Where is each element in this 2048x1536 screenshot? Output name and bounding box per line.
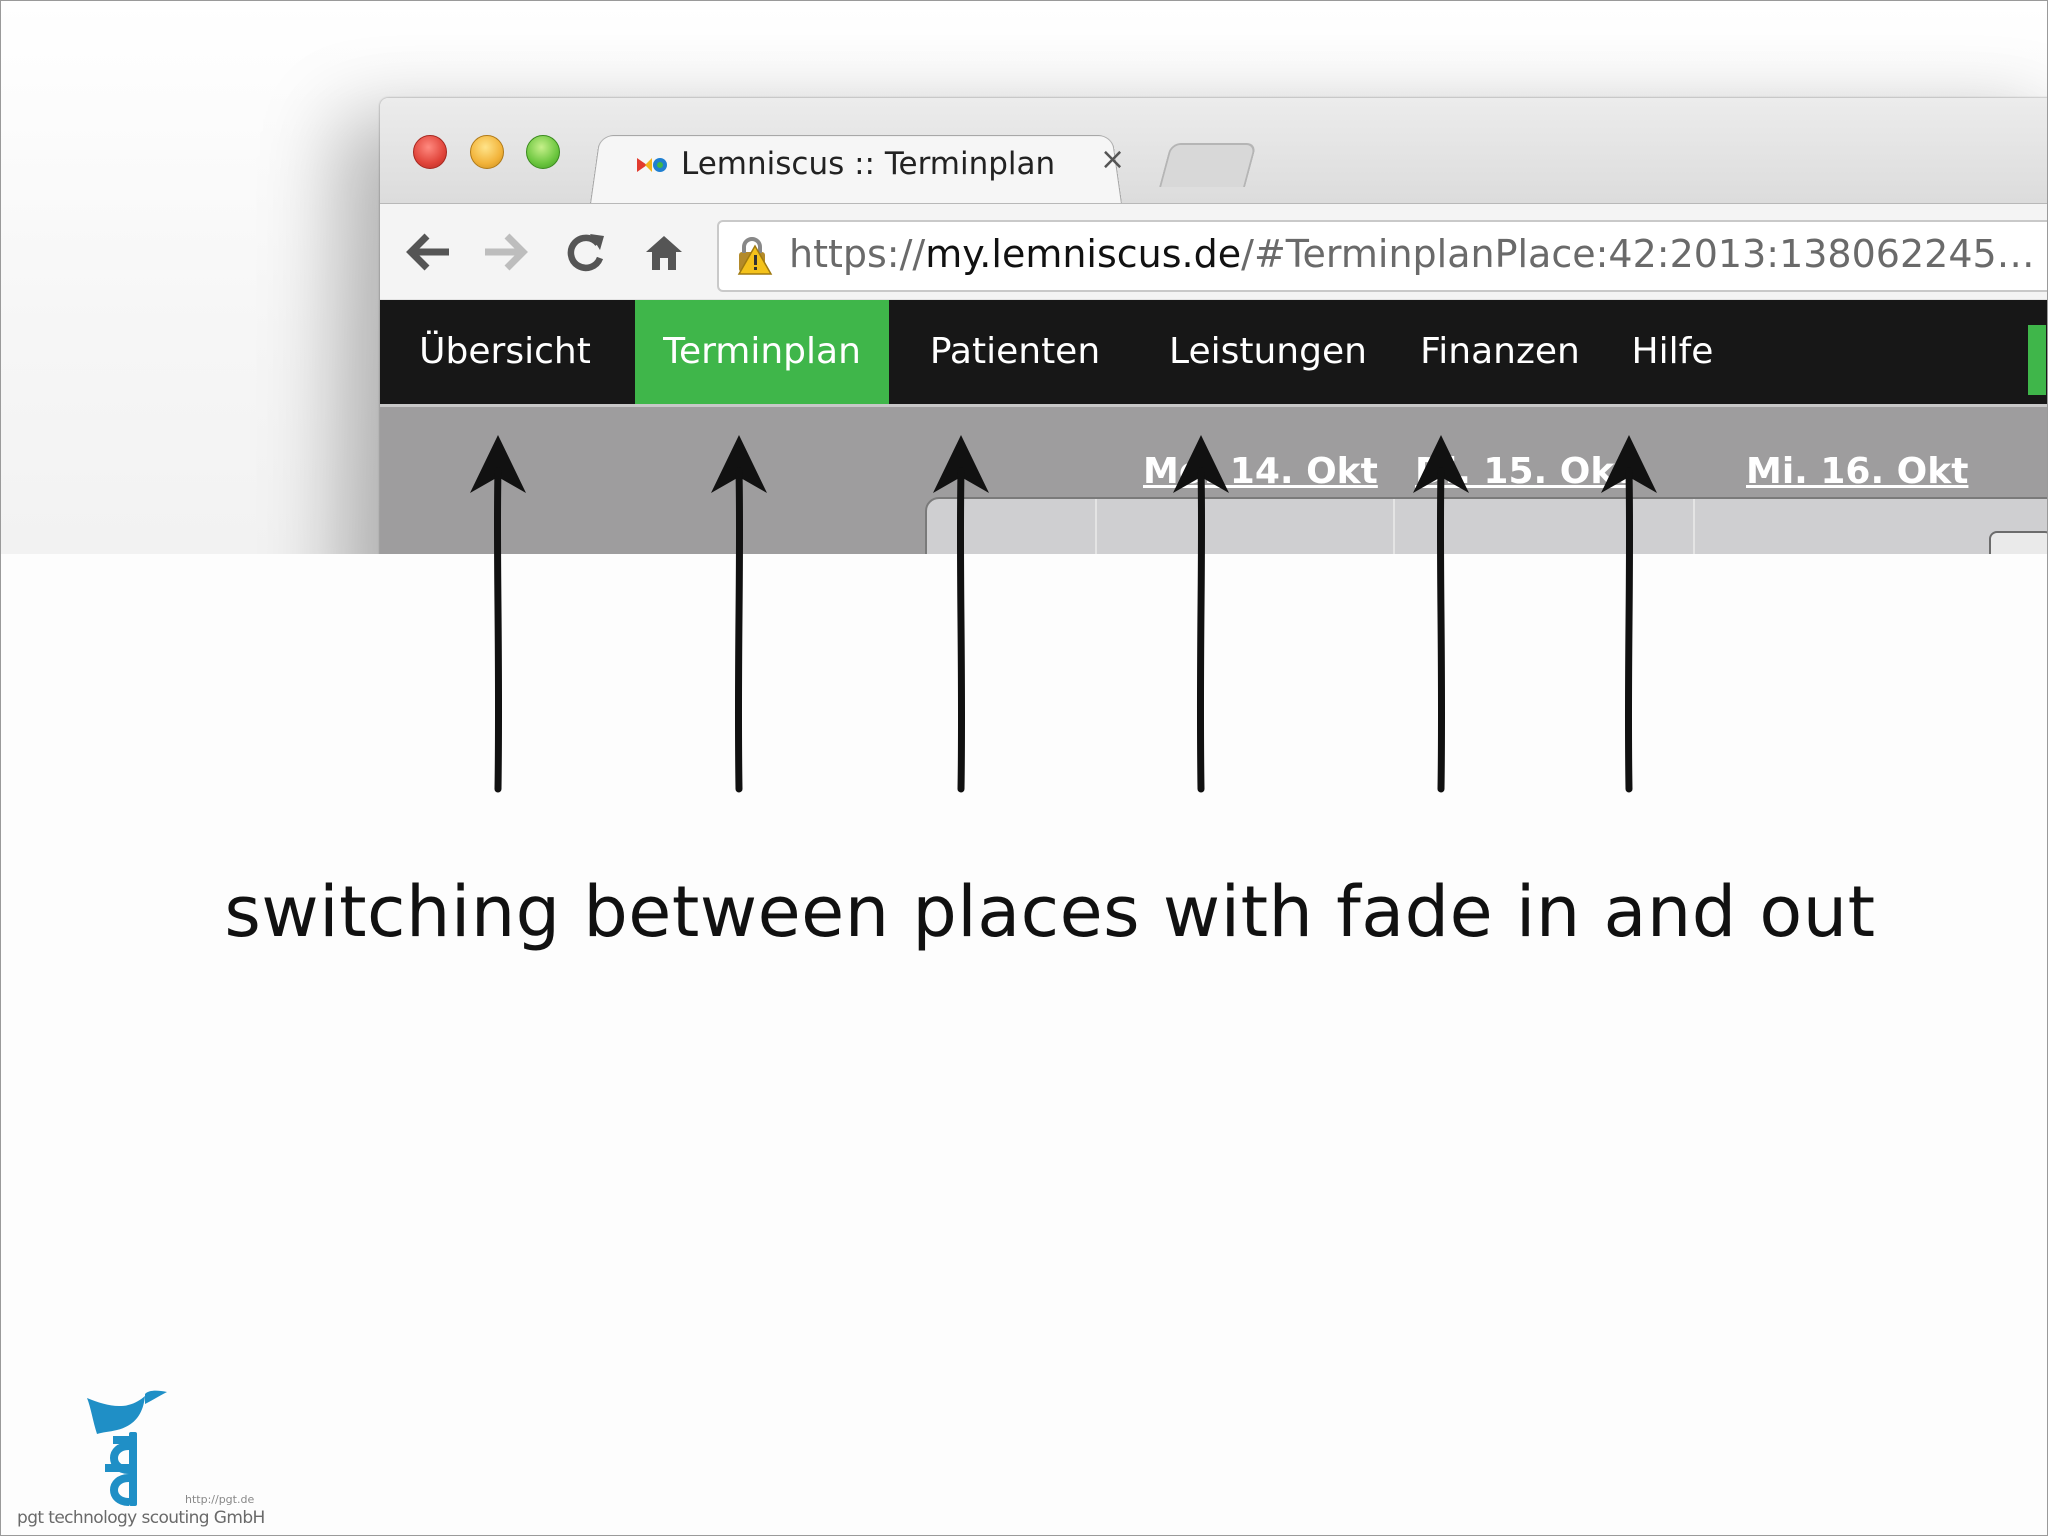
nav-item-leistungen[interactable]: Leistungen: [1141, 300, 1395, 404]
nav-item-hilfe[interactable]: Hilfe: [1605, 300, 1740, 404]
browser-tab-content: Lemniscus :: Terminplan: [635, 142, 1095, 192]
close-window-button[interactable]: [413, 135, 447, 169]
up-arrow-icon: [1601, 435, 1657, 793]
minimize-window-button[interactable]: [470, 135, 504, 169]
forward-arrow-icon[interactable]: [480, 226, 532, 278]
lemniscus-favicon-icon: [637, 158, 667, 172]
reload-icon[interactable]: [560, 226, 612, 278]
home-icon[interactable]: [638, 226, 690, 278]
up-arrow-icon: [1173, 435, 1229, 793]
nav-item-finanzen[interactable]: Finanzen: [1395, 300, 1605, 404]
nav-item-terminplan[interactable]: Terminplan: [635, 300, 889, 404]
back-arrow-icon[interactable]: [402, 226, 454, 278]
address-bar[interactable]: https://my.lemniscus.de/#TerminplanPlace…: [717, 220, 2047, 292]
arrow-annotations: [1, 431, 2047, 801]
nav-accent-mark: [2028, 325, 2046, 395]
slide-caption: switching between places with fade in an…: [1, 871, 2047, 961]
logo-url: http://pgt.de: [185, 1493, 255, 1506]
nav-item-uebersicht[interactable]: Übersicht: [380, 300, 630, 404]
up-arrow-icon: [470, 435, 526, 793]
url-host: my.lemniscus.de: [925, 232, 1242, 276]
url-text: https://my.lemniscus.de/#TerminplanPlace…: [789, 232, 2035, 276]
lock-warning-icon: [737, 237, 773, 275]
caption-text: switching between places with fade in an…: [224, 871, 1876, 953]
up-arrow-icon: [1413, 435, 1469, 793]
zoom-window-button[interactable]: [526, 135, 560, 169]
browser-titlebar: Lemniscus :: Terminplan ×: [380, 98, 2047, 204]
url-prefix: https://: [789, 232, 926, 276]
up-arrow-icon: [711, 435, 767, 793]
tab-title: Lemniscus :: Terminplan: [681, 146, 1056, 182]
nav-item-patienten[interactable]: Patienten: [889, 300, 1141, 404]
tab-close-icon[interactable]: ×: [1100, 142, 1125, 177]
slide: Lemniscus :: Terminplan × https://my.lem…: [0, 0, 2048, 1536]
new-tab-button[interactable]: [1159, 143, 1257, 187]
app-navigation-bar: Übersicht Terminplan Patienten Leistunge…: [380, 300, 2047, 404]
up-arrow-icon: [933, 435, 989, 793]
url-path: /#TerminplanPlace:42:2013:138062245…: [1241, 232, 2035, 276]
browser-toolbar: https://my.lemniscus.de/#TerminplanPlace…: [380, 203, 2047, 299]
logo-company-name: pgt technology scouting GmbH: [17, 1508, 265, 1528]
